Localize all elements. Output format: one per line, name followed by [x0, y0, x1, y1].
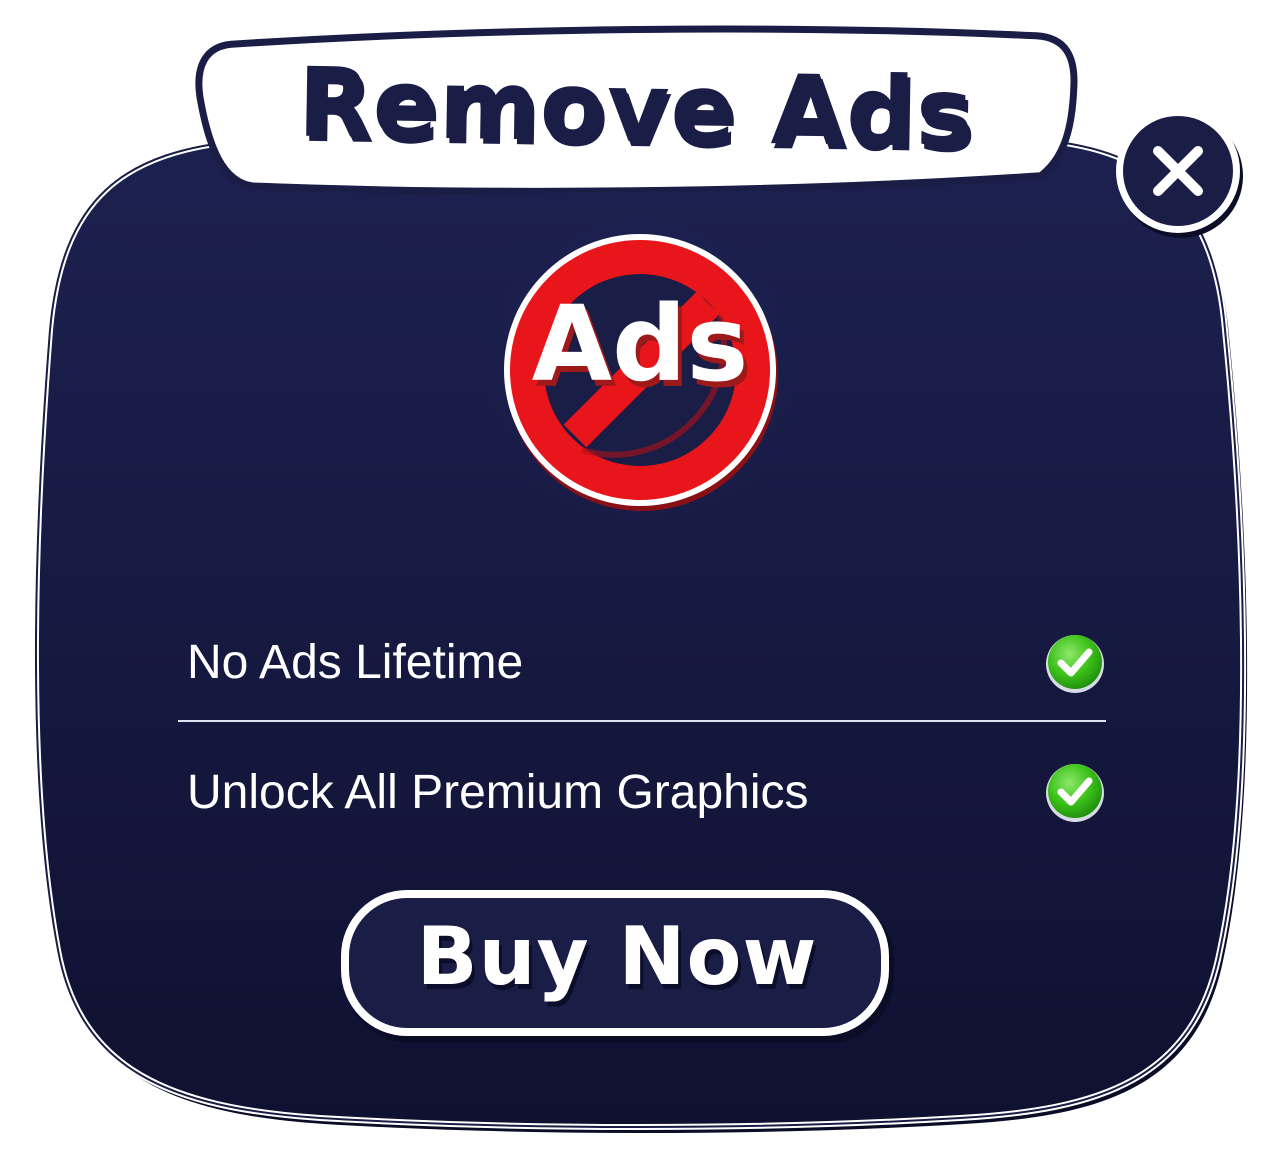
feature-label: No Ads Lifetime	[187, 636, 524, 689]
remove-ads-dialog: Remove Ads Ads No Ads Lifetime Unlock Al…	[0, 0, 1269, 1152]
check-icon	[1046, 764, 1104, 822]
feature-row: Unlock All Premium Graphics	[178, 722, 1106, 862]
close-icon	[1116, 109, 1243, 238]
dialog-title: Remove Ads	[297, 46, 975, 170]
feature-row: No Ads Lifetime	[178, 605, 1106, 720]
check-icon	[1046, 634, 1104, 693]
feature-label: Unlock All Premium Graphics	[187, 765, 809, 819]
no-ads-badge: Ads	[470, 200, 810, 540]
feature-list: No Ads Lifetime Unlock All Premium Graph…	[178, 605, 1106, 862]
badge-text: Ads	[531, 283, 749, 405]
buy-now-label: Buy Now	[416, 910, 818, 1003]
buy-now-button[interactable]: Buy Now	[336, 885, 898, 1048]
close-button[interactable]	[1112, 109, 1246, 244]
title-banner: Remove Ads	[191, 17, 1081, 196]
